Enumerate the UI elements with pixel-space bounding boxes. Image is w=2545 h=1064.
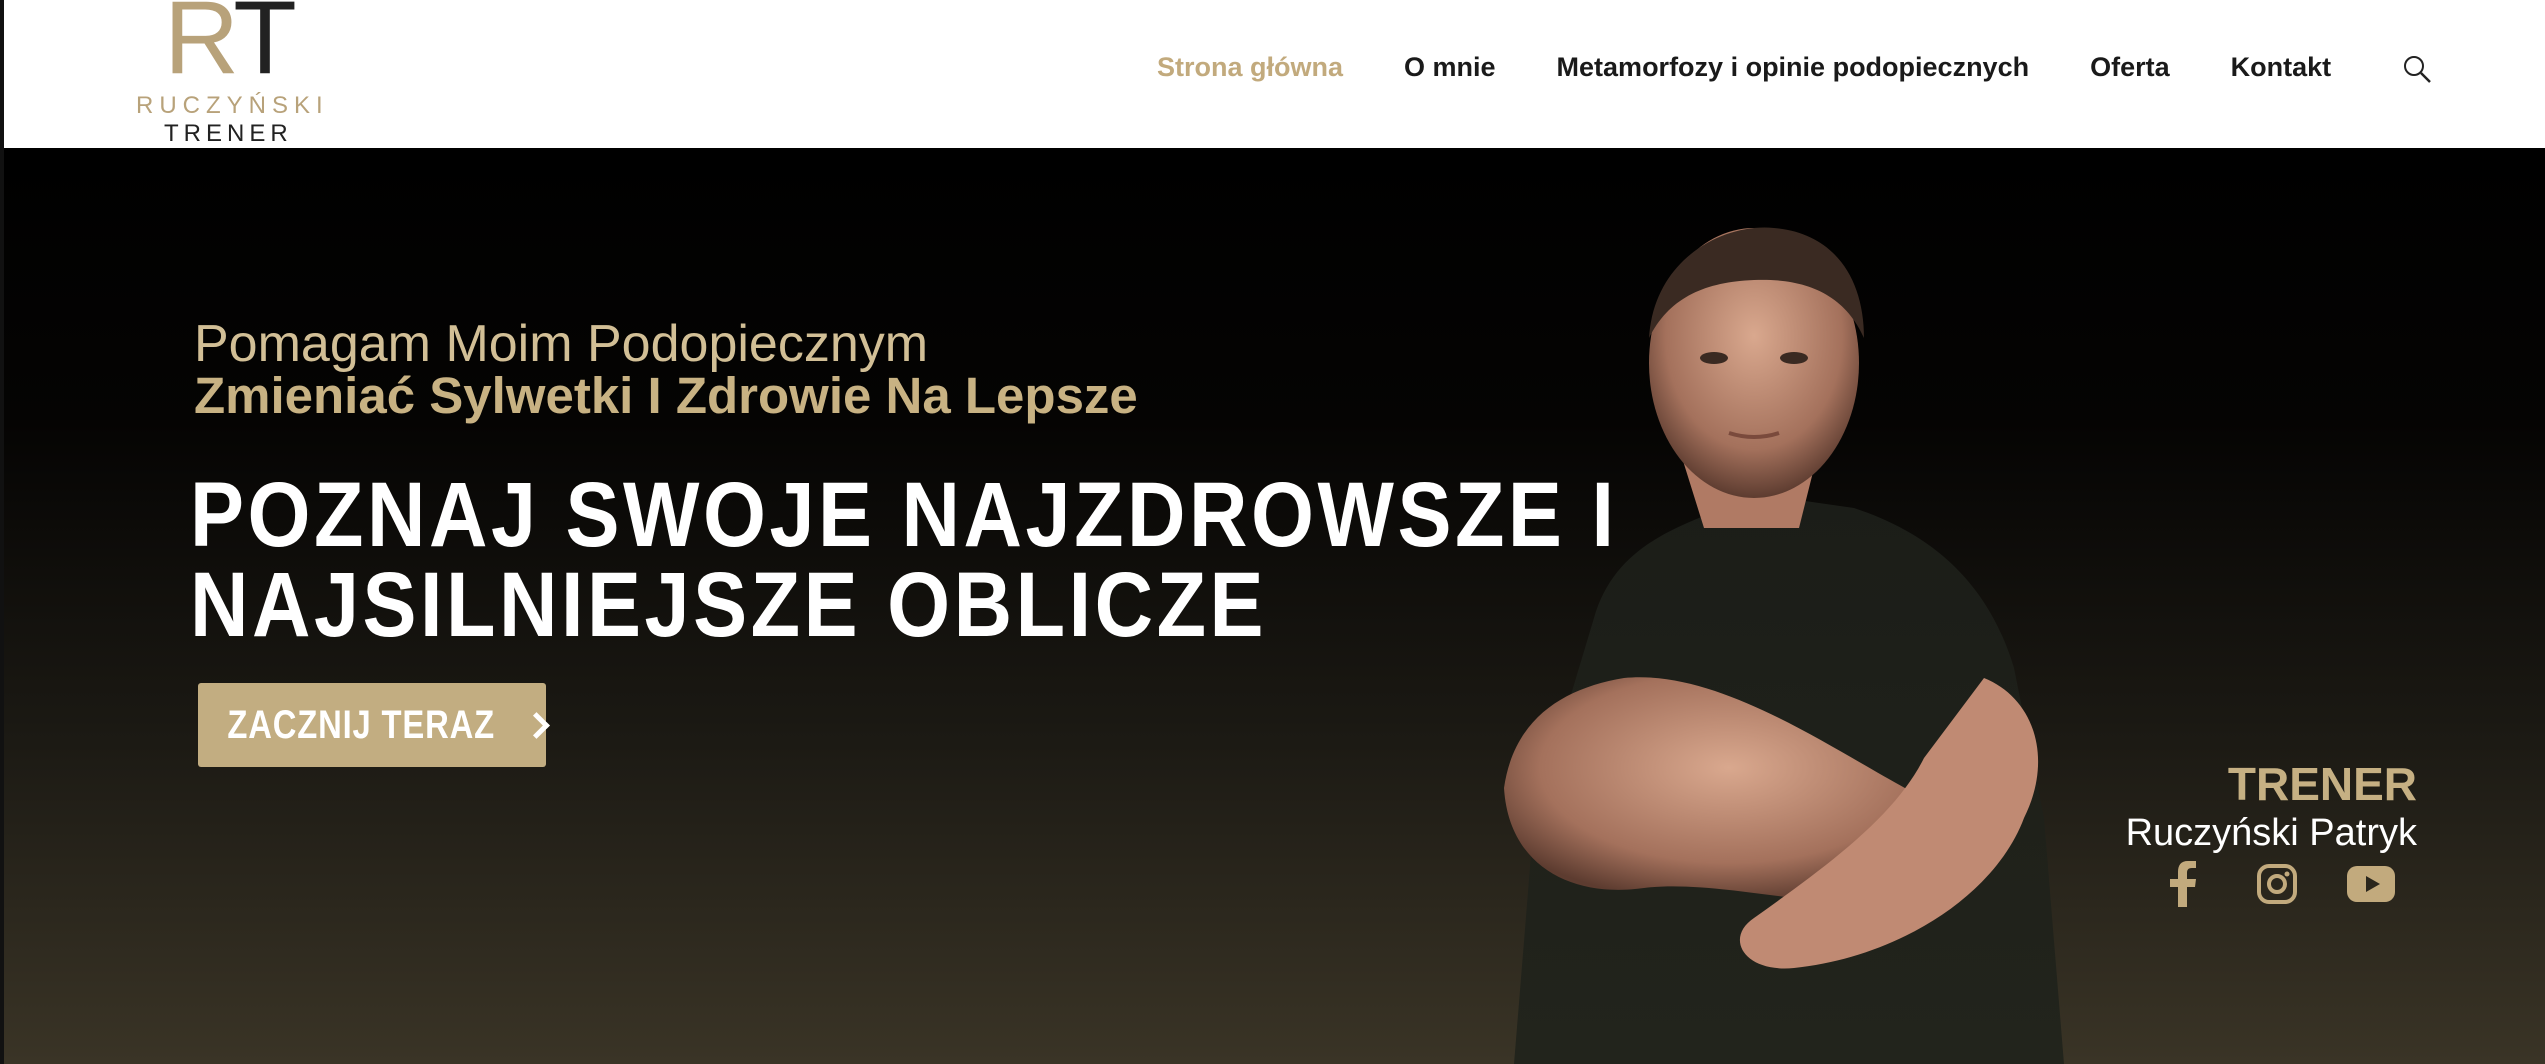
- logo-line2: TRENER: [164, 120, 293, 147]
- logo-monogram-r: R: [164, 0, 237, 96]
- hero-subhead-line2: Zmieniać Sylwetki I Zdrowie Na Lepsze: [194, 367, 1138, 424]
- nav-item-home[interactable]: Strona główna: [1157, 52, 1343, 83]
- logo-line1: RUCZYŃSKI: [136, 92, 329, 119]
- hero-section: Pomagam Moim Podopiecznym Zmieniać Sylwe…: [0, 148, 2545, 1064]
- logo-monogram: RT: [164, 0, 297, 90]
- trainer-title: TRENER: [2227, 758, 2417, 810]
- trainer-name: Ruczyński Patryk: [2125, 812, 2417, 854]
- trainer-photo: [1504, 227, 2064, 1064]
- social-links: [2159, 860, 2441, 908]
- site-header: RT RUCZYŃSKI TRENER Strona główna O mnie…: [0, 0, 2545, 148]
- trainer-info: TRENER Ruczyński Patryk: [2126, 758, 2417, 856]
- chevron-right-icon: [522, 711, 550, 739]
- hero-headline: POZNAJ SWOJE NAJZDROWSZE I NAJSILNIEJSZE…: [190, 464, 1618, 656]
- hero-subhead-line1: Pomagam Moim Podopiecznym: [194, 315, 929, 373]
- instagram-icon[interactable]: [2253, 860, 2301, 908]
- logo-monogram-t: T: [233, 0, 297, 96]
- nav-item-contact[interactable]: Kontakt: [2231, 52, 2332, 83]
- nav-item-about[interactable]: O mnie: [1404, 52, 1496, 83]
- hero-headline-line2: NAJSILNIEJSZE OBLICZE: [190, 554, 1268, 656]
- search-icon[interactable]: [2402, 54, 2432, 84]
- nav-item-offer[interactable]: Oferta: [2090, 52, 2170, 83]
- youtube-icon[interactable]: [2347, 860, 2395, 908]
- site-logo[interactable]: RT RUCZYŃSKI TRENER: [134, 0, 323, 148]
- start-now-label: ZACZNIJ TERAZ: [227, 702, 496, 747]
- facebook-icon[interactable]: [2159, 860, 2207, 908]
- main-nav: Strona główna O mnie Metamorfozy i opini…: [1157, 52, 2392, 83]
- nav-item-metamorphoses[interactable]: Metamorfozy i opinie podopiecznych: [1557, 52, 2030, 83]
- start-now-button[interactable]: ZACZNIJ TERAZ: [198, 683, 550, 767]
- hero-headline-line1: POZNAJ SWOJE NAJZDROWSZE I: [190, 464, 1618, 566]
